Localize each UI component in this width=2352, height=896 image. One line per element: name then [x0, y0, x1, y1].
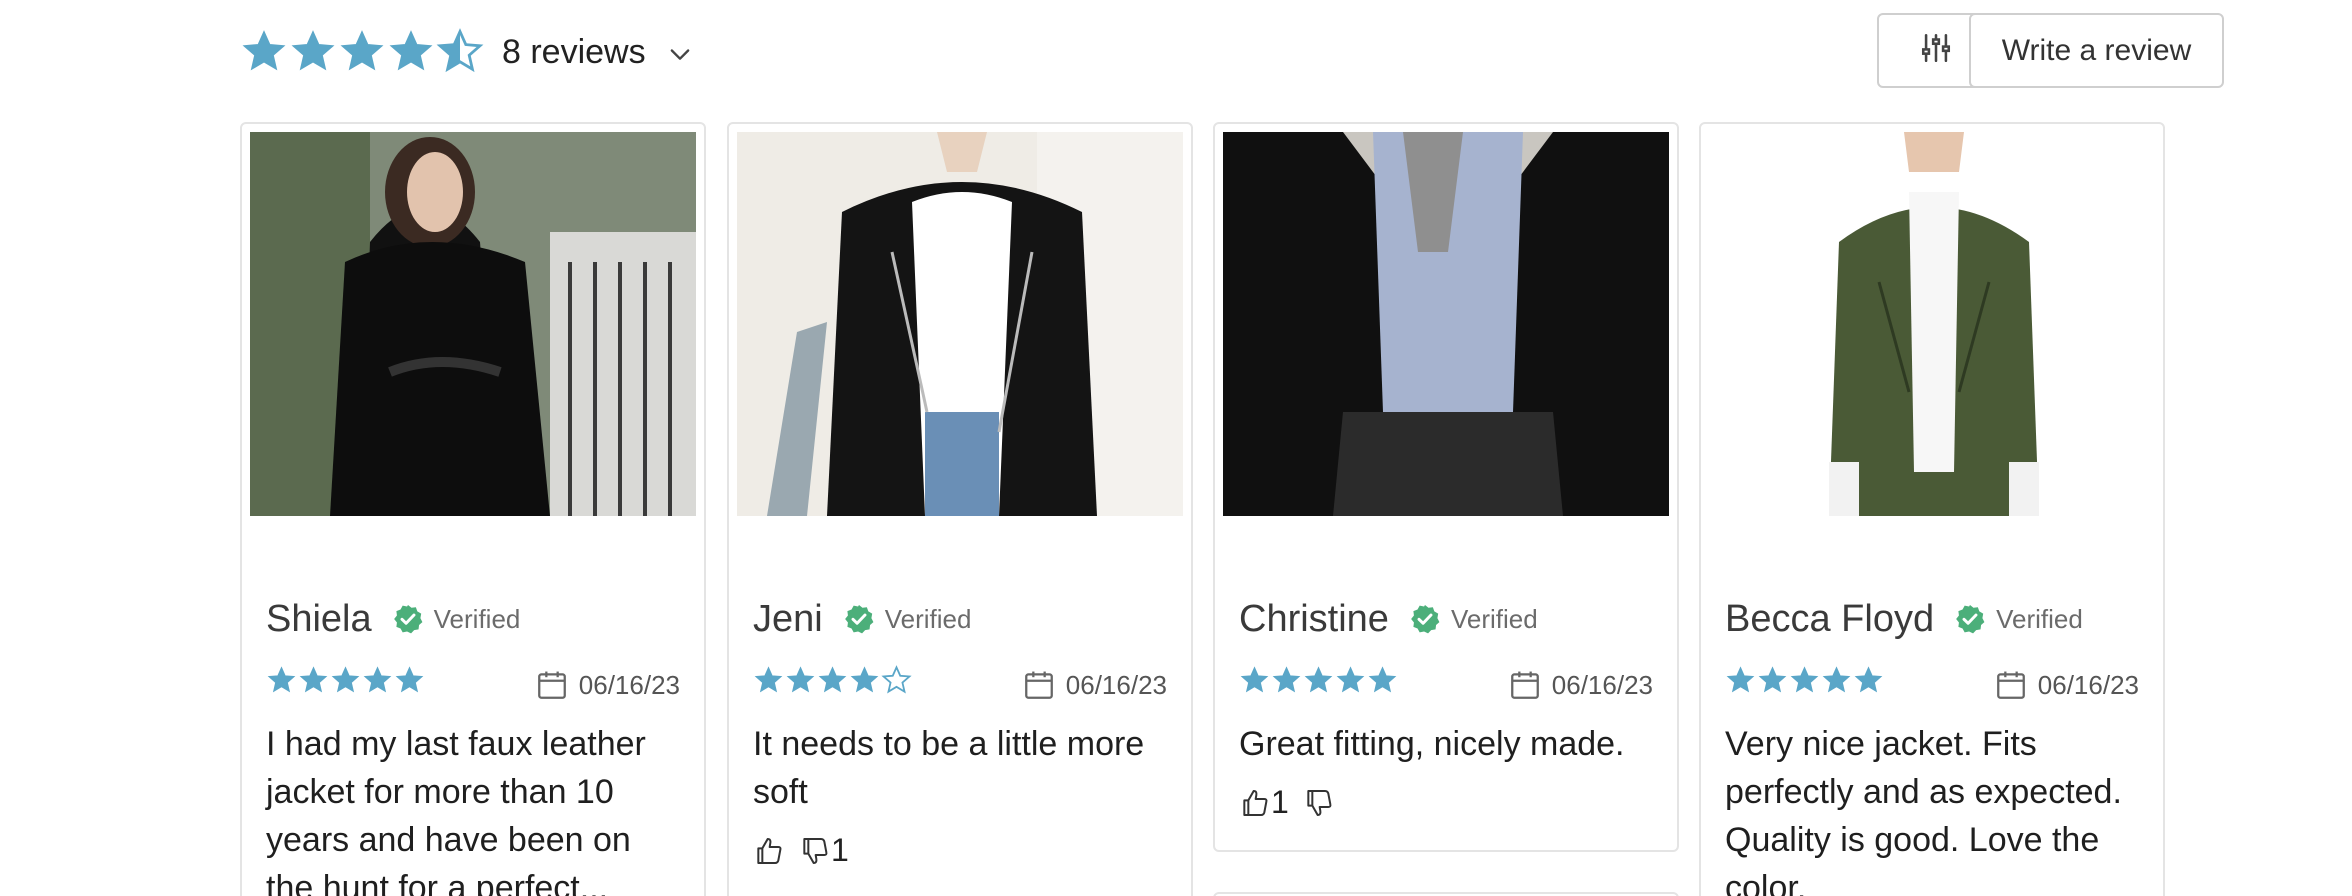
- star-full-icon: [818, 665, 847, 692]
- review-date-text: 06/16/23: [1551, 669, 1653, 700]
- star-full-icon: [299, 665, 328, 692]
- review-card: Becca Floyd Verified 06/16/23 Very nice …: [1699, 122, 2165, 896]
- star-full-icon: [340, 30, 384, 71]
- review-card: Shiela Verified 06/16/23 I had my last f…: [240, 122, 706, 896]
- write-review-button[interactable]: Write a review: [1969, 13, 2224, 88]
- filter-sliders-icon: [1919, 31, 1953, 70]
- star-half-icon: [436, 28, 484, 73]
- summary-rating-stars: [240, 28, 484, 76]
- star-full-icon: [389, 30, 433, 71]
- reviewer-name: Christine: [1239, 597, 1389, 640]
- thumbs-down-count: 1: [831, 832, 849, 868]
- review-rating-stars: [753, 664, 912, 696]
- reviews-count-dropdown[interactable]: 8 reviews: [502, 33, 694, 72]
- star-full-icon: [1368, 665, 1397, 692]
- star-full-icon: [1336, 665, 1365, 692]
- verified-check-icon: [1956, 605, 1985, 634]
- helpful-votes: 1: [753, 832, 1167, 869]
- star-full-icon: [395, 665, 424, 692]
- thumbs-down-icon: [1307, 789, 1332, 816]
- review-text: Great fitting, nicely made.: [1239, 725, 1625, 763]
- review-rating-stars: [266, 665, 425, 696]
- verified-check-icon: [393, 605, 423, 634]
- review-card: Jeni Verified 06/16/23 It needs to be a …: [727, 122, 1193, 896]
- star-full-icon: [1726, 665, 1755, 692]
- review-photo[interactable]: [1709, 132, 2155, 516]
- verified-label: Verified: [1996, 603, 2083, 634]
- review-photo[interactable]: [1223, 132, 1669, 516]
- verified-check-icon: [1411, 605, 1440, 634]
- review-date: 06/16/23: [1508, 668, 1653, 702]
- thumbs-up-count: 1: [1271, 784, 1289, 820]
- thumbs-up-icon: [757, 837, 782, 864]
- star-empty-icon: [881, 664, 912, 693]
- reviewer-name: Becca Floyd: [1725, 597, 1935, 640]
- thumbs-up-icon: [1243, 789, 1268, 816]
- next-card-edge: [1213, 892, 1679, 896]
- star-full-icon: [267, 665, 296, 692]
- star-full-icon: [1304, 665, 1333, 692]
- review-text: I had my last faux leather jacket for mo…: [266, 725, 646, 896]
- thumbs-down-icon: [803, 837, 828, 864]
- star-full-icon: [1758, 665, 1787, 692]
- star-full-icon: [754, 665, 783, 692]
- review-text: Very nice jacket. Fits perfectly and as …: [1725, 725, 2122, 896]
- review-photo[interactable]: [250, 132, 696, 516]
- helpful-votes: 1: [1239, 784, 1653, 821]
- reviews-summary: 8 reviews: [240, 24, 694, 80]
- star-full-icon: [331, 665, 360, 692]
- star-full-icon: [1790, 665, 1819, 692]
- reviews-count-label: 8 reviews: [502, 32, 646, 71]
- reviewer-name: Jeni: [753, 597, 823, 640]
- calendar-icon: [1510, 671, 1539, 699]
- review-date-text: 06/16/23: [578, 669, 680, 700]
- review-text: It needs to be a little more soft: [753, 725, 1145, 811]
- verified-label: Verified: [884, 603, 972, 634]
- review-date-text: 06/16/23: [1065, 669, 1167, 700]
- star-full-icon: [1822, 665, 1851, 692]
- review-card: Christine Verified 06/16/23 Great fittin…: [1213, 122, 1679, 852]
- star-full-icon: [1854, 665, 1883, 692]
- review-date: 06/16/23: [535, 668, 680, 702]
- thumbs-up-button[interactable]: 1: [1239, 784, 1289, 821]
- star-full-icon: [363, 665, 392, 692]
- star-full-icon: [850, 665, 879, 692]
- star-full-icon: [291, 30, 335, 71]
- star-full-icon: [242, 30, 286, 71]
- star-full-icon: [1240, 665, 1269, 692]
- review-rating-stars: [1725, 665, 1884, 696]
- review-rating-stars: [1239, 665, 1398, 696]
- star-full-icon: [1272, 665, 1301, 692]
- thumbs-down-button[interactable]: 1: [799, 832, 849, 869]
- review-date-text: 06/16/23: [2037, 669, 2139, 700]
- reviewer-name: Shiela: [266, 597, 372, 640]
- calendar-icon: [1996, 671, 2025, 699]
- review-photo[interactable]: [737, 132, 1183, 516]
- verified-label: Verified: [1450, 603, 1538, 634]
- chevron-down-icon: [666, 38, 694, 66]
- review-date: 06/16/23: [1022, 668, 1167, 702]
- review-date: 06/16/23: [1994, 668, 2139, 702]
- calendar-icon: [1024, 671, 1053, 699]
- calendar-icon: [537, 671, 566, 699]
- verified-check-icon: [844, 605, 874, 634]
- star-full-icon: [786, 665, 815, 692]
- thumbs-down-button[interactable]: [1303, 787, 1335, 819]
- verified-label: Verified: [433, 603, 521, 634]
- thumbs-up-button[interactable]: [753, 835, 785, 867]
